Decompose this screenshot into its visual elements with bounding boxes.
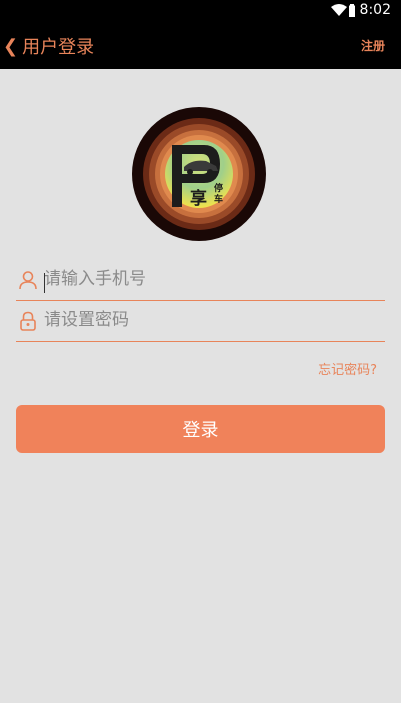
password-input[interactable] (44, 300, 374, 340)
lock-icon (20, 311, 36, 331)
app-bar: ❮ 用户登录 注册 (0, 22, 401, 69)
chevron-left-icon: ❮ (3, 35, 19, 57)
status-time: 8:02 (359, 2, 391, 18)
status-bar: 8:02 (0, 0, 401, 22)
phone-input[interactable] (44, 259, 374, 299)
logo-char-side-1: 停 (214, 182, 223, 194)
phone-field-row (16, 259, 385, 301)
login-button[interactable]: 登录 (16, 405, 385, 453)
register-link[interactable]: 注册 (361, 37, 385, 54)
battery-icon (349, 4, 355, 17)
wifi-icon (331, 4, 347, 16)
user-icon (19, 271, 37, 290)
logo-char-side-2: 车 (214, 193, 223, 205)
back-button[interactable]: ❮ 用户登录 (3, 31, 94, 61)
page-title: 用户登录 (22, 37, 95, 58)
text-cursor (44, 273, 45, 293)
logo-char-main: 享 (190, 188, 207, 209)
password-field-row (16, 300, 385, 342)
forgot-password-link[interactable]: 忘记密码? (318, 359, 377, 378)
app-logo: 享 停 车 (132, 107, 266, 241)
